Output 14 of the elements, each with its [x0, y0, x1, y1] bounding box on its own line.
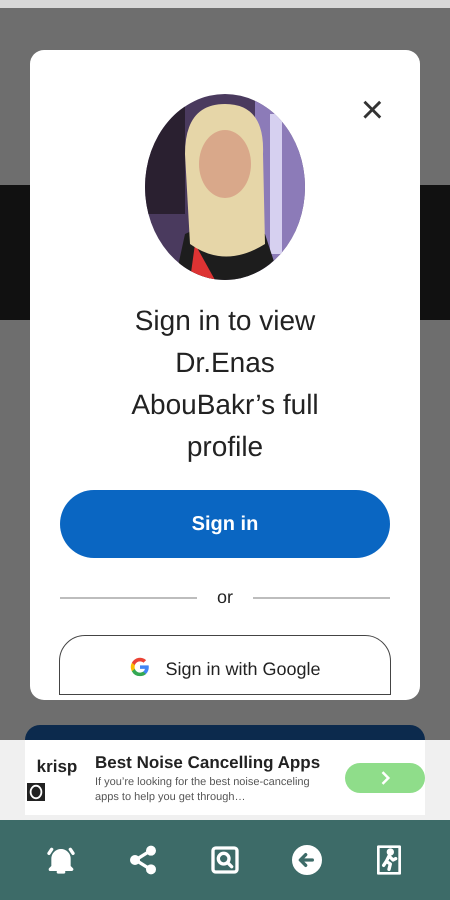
back-icon[interactable] [291, 844, 323, 876]
close-button[interactable]: × [360, 90, 384, 130]
google-icon [129, 656, 152, 678]
ad-banner[interactable]: krisp Best Noise Cancelling Apps If you’re looking for the best noise-canceling apps to help you get through… [25, 740, 425, 815]
ad-choices-icon[interactable] [27, 783, 45, 802]
search-icon[interactable] [209, 844, 241, 876]
ad-description: If you’re looking for the best noise-canceling apps to help you get through… [95, 775, 311, 806]
ad-title: Best Noise Cancelling Apps [95, 752, 322, 774]
ad-brand-logo: krisp [36, 756, 78, 778]
divider-label: or [217, 586, 234, 609]
dialog-title: Sign in to view Dr.Enas AbouBakr’s full profile [130, 304, 320, 464]
google-sign-in-button[interactable]: Sign in with Google [59, 635, 391, 695]
share-icon[interactable] [127, 844, 159, 876]
sign-in-button[interactable]: Sign in [60, 490, 390, 558]
